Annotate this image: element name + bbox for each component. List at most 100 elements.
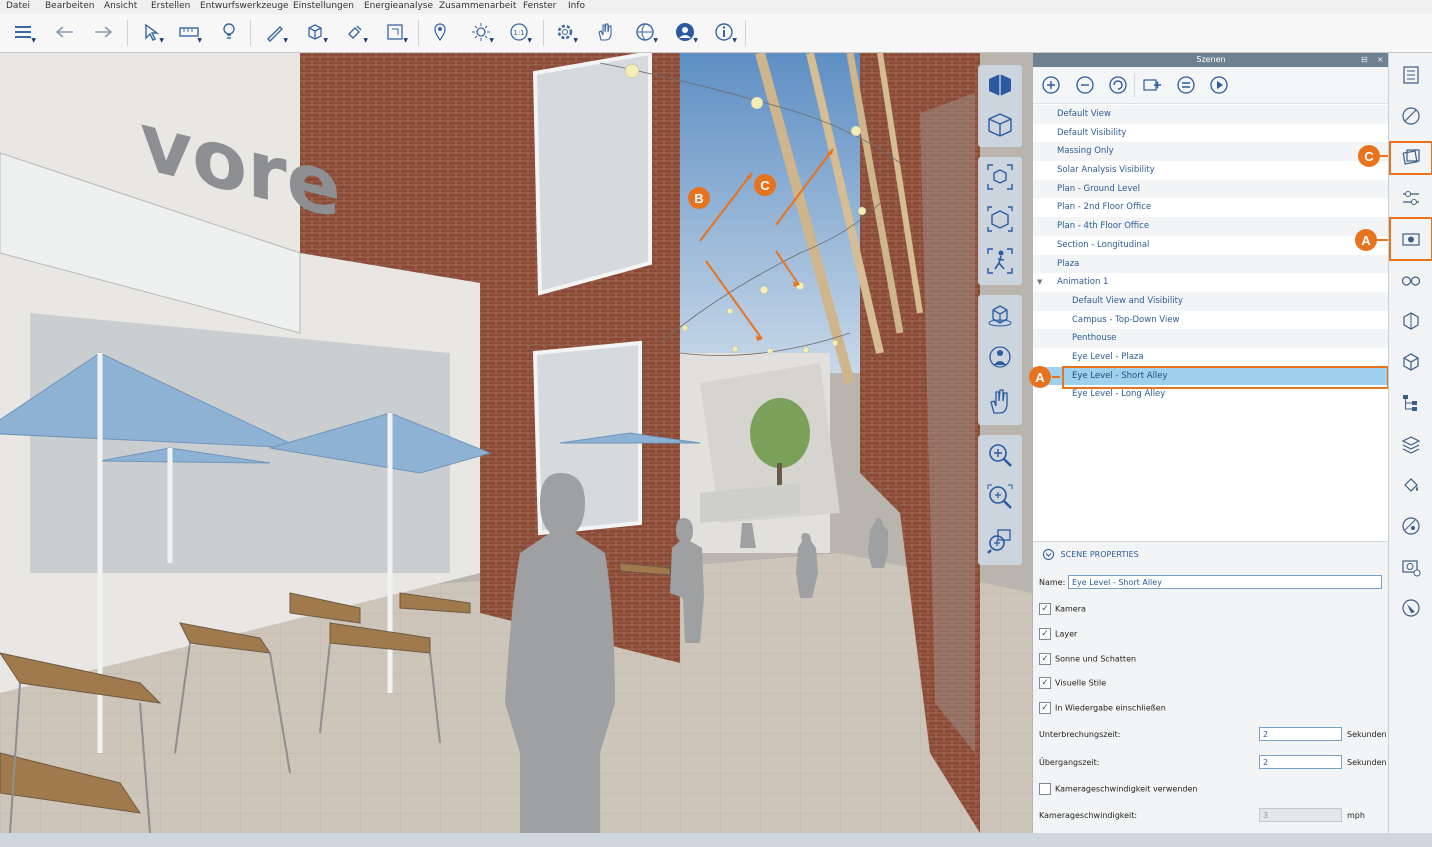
entity-info-icon[interactable]: [1398, 62, 1424, 88]
scene-row[interactable]: Default View: [1033, 105, 1389, 124]
paint-icon[interactable]: ▼: [342, 19, 368, 45]
fog-icon[interactable]: [1398, 595, 1424, 621]
glasses-icon[interactable]: [1398, 267, 1424, 293]
outliner-icon[interactable]: ▼: [10, 19, 36, 45]
measure-icon[interactable]: ▼: [176, 19, 202, 45]
styles-highlight-c: [1389, 141, 1432, 175]
kamera-checkbox[interactable]: ✓: [1039, 603, 1051, 615]
scene-row[interactable]: Default View and Visibility: [1033, 291, 1389, 311]
scene-row[interactable]: Default Visibility: [1033, 124, 1389, 143]
kamera-option[interactable]: ✓ Kamera: [1039, 603, 1086, 615]
redo-icon[interactable]: [90, 19, 116, 45]
menu-fenster[interactable]: Fenster: [523, 1, 556, 11]
scene-row[interactable]: Massing Only: [1033, 142, 1389, 162]
panel-close-button[interactable]: ×: [1377, 53, 1384, 67]
scene-group-row[interactable]: ▼ Animation 1: [1033, 273, 1389, 292]
scene-row[interactable]: Section - Longitudinal: [1033, 236, 1389, 255]
scale-icon[interactable]: 1:1 ▼: [506, 19, 532, 45]
menu-bearbeiten[interactable]: Bearbeiten: [45, 1, 94, 11]
scene-label: Solar Analysis Visibility: [1057, 165, 1155, 176]
tags-icon[interactable]: [1398, 431, 1424, 457]
wiedergabe-checkbox[interactable]: ✓: [1039, 702, 1051, 714]
scene-row[interactable]: Plan - Ground Level: [1033, 179, 1389, 199]
stile-option[interactable]: ✓ Visuelle Stile: [1039, 677, 1106, 689]
transition-time-input[interactable]: 2: [1259, 755, 1342, 769]
draw-icon[interactable]: ▼: [262, 19, 288, 45]
menu-energieanalyse[interactable]: Energieanalyse: [364, 1, 433, 11]
scene-row[interactable]: Eye Level - Plaza: [1033, 348, 1389, 367]
view-nav-group-1: [978, 65, 1022, 147]
outliner-tree-icon[interactable]: [1398, 390, 1424, 416]
scenes-toolbar: [1033, 67, 1389, 104]
menu-zusammenarbeit[interactable]: Zusammenarbeit: [439, 1, 516, 11]
info-icon[interactable]: ▼: [711, 19, 737, 45]
update-scene-icon[interactable]: [1108, 75, 1128, 95]
menu-erstellen[interactable]: Erstellen: [151, 1, 190, 11]
scene-row[interactable]: Plan - 4th Floor Office: [1033, 217, 1389, 236]
menu-entwurfswerkzeuge[interactable]: Entwurfswerkzeuge: [200, 1, 289, 11]
pan-hand-icon[interactable]: [984, 385, 1016, 417]
sonne-option[interactable]: ✓ Sonne und Schatten: [1039, 653, 1136, 665]
sections-icon[interactable]: [1398, 349, 1424, 375]
zoom-selection-icon[interactable]: [984, 203, 1016, 235]
scenes-panel: Szenen ⊟ × Default View Default Visibilit…: [1029, 53, 1389, 834]
layer-option[interactable]: ✓ Layer: [1039, 628, 1077, 640]
expand-triangle-icon[interactable]: ▼: [1037, 273, 1042, 292]
add-scene-thumb-icon[interactable]: [1142, 75, 1162, 95]
zoom-icon[interactable]: [984, 439, 1016, 471]
scene-details-icon[interactable]: [1176, 75, 1196, 95]
look-around-icon[interactable]: [984, 341, 1016, 373]
components-icon[interactable]: [1398, 308, 1424, 334]
hand-icon[interactable]: [592, 19, 618, 45]
stile-checkbox[interactable]: ✓: [1039, 677, 1051, 689]
collapse-chevron-icon: [1043, 549, 1054, 560]
user-icon[interactable]: ▼: [672, 19, 698, 45]
menu-einstellungen[interactable]: Einstellungen: [293, 1, 354, 11]
iso-view-icon[interactable]: [984, 109, 1016, 141]
layer-checkbox[interactable]: ✓: [1039, 628, 1051, 640]
play-animation-icon[interactable]: [1209, 75, 1229, 95]
box-add-icon[interactable]: ▼: [302, 19, 328, 45]
menu-datei[interactable]: Datei: [6, 1, 30, 11]
view-cube-icon[interactable]: [984, 69, 1016, 101]
camera-settings-icon[interactable]: [1398, 554, 1424, 580]
undo-icon[interactable]: [52, 19, 78, 45]
orbit-icon[interactable]: [984, 299, 1016, 331]
zoom-extents-icon[interactable]: [984, 161, 1016, 193]
globe-icon[interactable]: ▼: [632, 19, 658, 45]
shadows-icon[interactable]: [1398, 513, 1424, 539]
gear-icon[interactable]: ▼: [552, 19, 578, 45]
kamera-label: Kamera: [1055, 604, 1086, 614]
menu-ansicht[interactable]: Ansicht: [104, 1, 137, 11]
scene-name-input[interactable]: Eye Level - Short Alley: [1068, 575, 1382, 589]
cam-speed-checkbox[interactable]: [1039, 783, 1051, 795]
scene-row[interactable]: Plaza: [1033, 254, 1389, 274]
pause-time-input[interactable]: 2: [1259, 727, 1342, 741]
3d-viewport[interactable]: vore B C: [0, 53, 1032, 833]
select-icon[interactable]: ▼: [138, 19, 164, 45]
scene-row[interactable]: Campus - Top-Down View: [1033, 311, 1389, 330]
light-bulb-icon[interactable]: [216, 19, 242, 45]
callout-c: C: [754, 174, 776, 196]
layers-icon[interactable]: [1398, 185, 1424, 211]
sonne-checkbox[interactable]: ✓: [1039, 653, 1051, 665]
scene-row[interactable]: Penthouse: [1033, 329, 1389, 348]
name-label: Name:: [1039, 578, 1066, 587]
zoom-window-icon[interactable]: [984, 481, 1016, 513]
scene-row[interactable]: Plan - 2nd Floor Office: [1033, 198, 1389, 217]
scene-row[interactable]: Solar Analysis Visibility: [1033, 161, 1389, 180]
remove-scene-icon[interactable]: [1075, 75, 1095, 95]
zoom-extents-magnifier-icon[interactable]: [984, 525, 1016, 557]
wiedergabe-option[interactable]: ✓ In Wiedergabe einschließen: [1039, 702, 1166, 714]
scene-properties-header[interactable]: SCENE PROPERTIES: [1043, 549, 1139, 560]
sun-icon[interactable]: ▼: [468, 19, 494, 45]
add-scene-icon[interactable]: [1041, 75, 1061, 95]
materials-icon[interactable]: [1398, 103, 1424, 129]
menu-info[interactable]: Info: [568, 1, 585, 11]
panel-pin-button[interactable]: ⊟: [1361, 53, 1368, 67]
paint-bucket-icon[interactable]: [1398, 472, 1424, 498]
cam-speed-option[interactable]: Kamerageschwindigkeit verwenden: [1039, 783, 1198, 795]
walk-view-icon[interactable]: [984, 245, 1016, 277]
location-pin-icon[interactable]: [427, 19, 453, 45]
box-select-icon[interactable]: ▼: [382, 19, 408, 45]
